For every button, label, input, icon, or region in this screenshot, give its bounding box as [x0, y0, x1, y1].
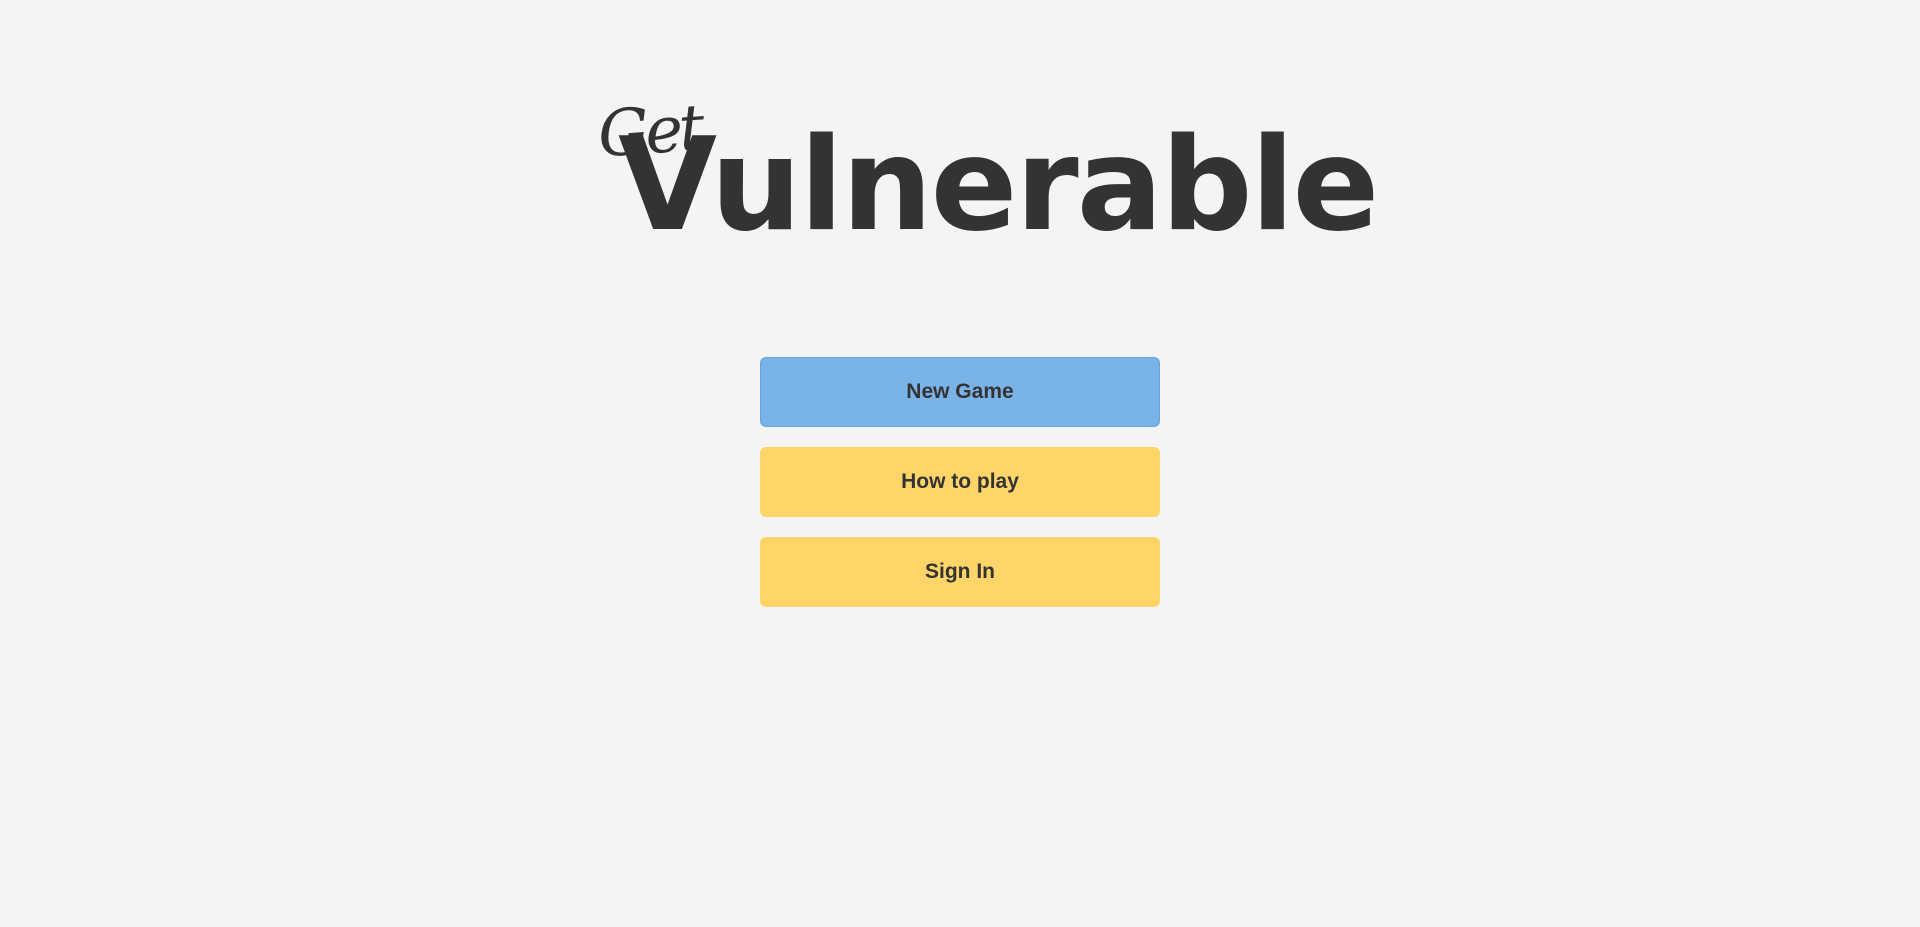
logo: Get Vulnerable [590, 92, 1380, 260]
how-to-play-button[interactable]: How to play [760, 447, 1160, 517]
logo-main-text: Vulnerable [618, 111, 1379, 260]
sign-in-button[interactable]: Sign In [760, 537, 1160, 607]
new-game-button[interactable]: New Game [760, 357, 1160, 427]
page: Get Vulnerable New Game How to play Sign… [0, 0, 1920, 927]
main-menu: New Game How to play Sign In [760, 357, 1160, 627]
